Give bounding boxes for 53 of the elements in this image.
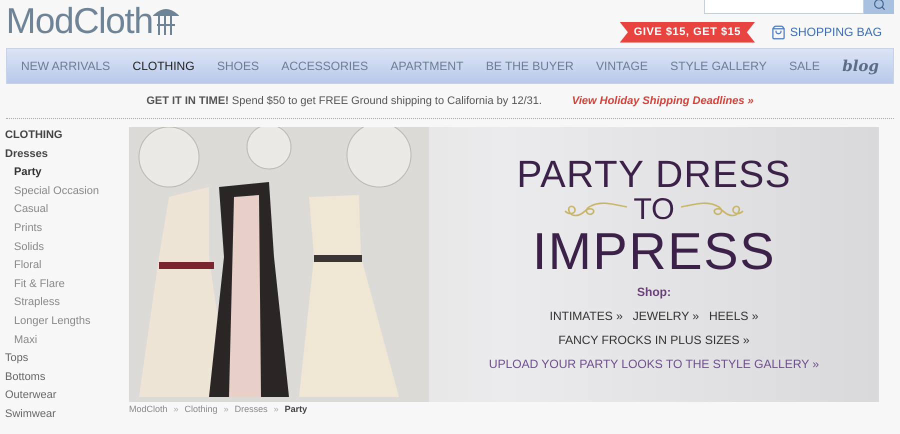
shipping-deadlines-link[interactable]: View Holiday Shipping Deadlines » [572,92,754,110]
shopping-bag-link[interactable]: SHOPPING BAG [790,23,882,42]
sidebar-subitem[interactable]: Casual [5,200,129,219]
sidebar-item[interactable]: Swimwear [5,404,129,424]
breadcrumb-separator: » [274,403,279,416]
sidebar-subitem[interactable]: Strapless [5,293,129,312]
banner-link[interactable]: JEWELRY » [632,307,700,325]
sidebar-subitem[interactable]: Longer Lengths [5,312,129,331]
breadcrumb-separator: » [224,403,229,416]
sidebar-item[interactable]: Dresses [5,144,129,164]
sidebar-subitem[interactable]: Special Occasion [5,182,129,200]
banner-title: PARTY DRESS [516,155,792,195]
breadcrumb-link[interactable]: Dresses [234,403,268,416]
nav-tab[interactable]: APARTMENT [390,57,464,75]
nav-tab[interactable]: BE THE BUYER [486,57,574,75]
style-gallery-link[interactable]: UPLOAD YOUR PARTY LOOKS TO THE STYLE GALLERY » [488,355,820,373]
nav-tab[interactable]: blog [842,54,879,78]
shop-label: Shop: [637,284,671,301]
mushroom-stool-icon [152,7,179,37]
sidebar-subitem[interactable]: Maxi [5,330,129,350]
nav-tab[interactable]: CLOTHING [132,57,195,75]
sidebar-subitem[interactable]: Fit & Flare [5,274,129,294]
shopping-bag-icon [770,24,786,40]
sidebar-subitem[interactable]: Floral [5,256,129,275]
nav-tab[interactable]: NEW ARRIVALS [21,57,110,75]
promo-ribbon[interactable]: GIVE $15, GET $15 [620,22,755,42]
sidebar-heading: CLOTHING [5,128,64,143]
banner-link[interactable]: HEELS » [709,307,758,325]
banner-title: TO [633,195,675,225]
banner[interactable]: PARTY DRESS TO IMPRESS Shop: INTIMATES » JEWELRY » HEELS » FANCY FROCKS IN PLUS SIZES » UPLOAD YOUR PARTY LOOKS TO THE STYLE GALLERY » [129,127,879,402]
breadcrumb-link[interactable]: Party [284,403,308,416]
nav-tab[interactable]: SALE [789,57,820,75]
nav-tab[interactable]: STYLE GALLERY [670,57,767,75]
breadcrumb-separator: » [174,403,179,416]
search-icon [872,0,886,10]
nav-tab[interactable]: SHOES [216,57,259,75]
shipping-promo-text: GET IT IN TIME! Spend $50 to get FREE Ground shipping to California by 12/31. [146,94,542,109]
search-button[interactable] [864,0,894,14]
nav-tab[interactable]: VINTAGE [596,57,648,75]
sidebar-item[interactable]: Tops [5,349,129,368]
search-field[interactable] [704,0,864,14]
logo-wordmark[interactable]: ModCloth [6,1,153,41]
sidebar-item[interactable]: Bottoms [5,368,129,386]
nav-tab[interactable]: ACCESSORIES [281,57,368,75]
banner-link[interactable]: INTIMATES » [550,307,623,325]
sidebar-item[interactable]: Outerwear [5,386,129,405]
sidebar-subitem[interactable]: Prints [5,218,129,238]
breadcrumb-link[interactable]: ModCloth [129,403,168,416]
breadcrumb-link[interactable]: Clothing [184,403,218,416]
banner-link[interactable]: FANCY FROCKS IN PLUS SIZES » [558,331,750,349]
sidebar-subitem[interactable]: Party [5,163,129,182]
sidebar-subitem[interactable]: Solids [5,238,129,256]
banner-title: IMPRESS [532,225,776,279]
